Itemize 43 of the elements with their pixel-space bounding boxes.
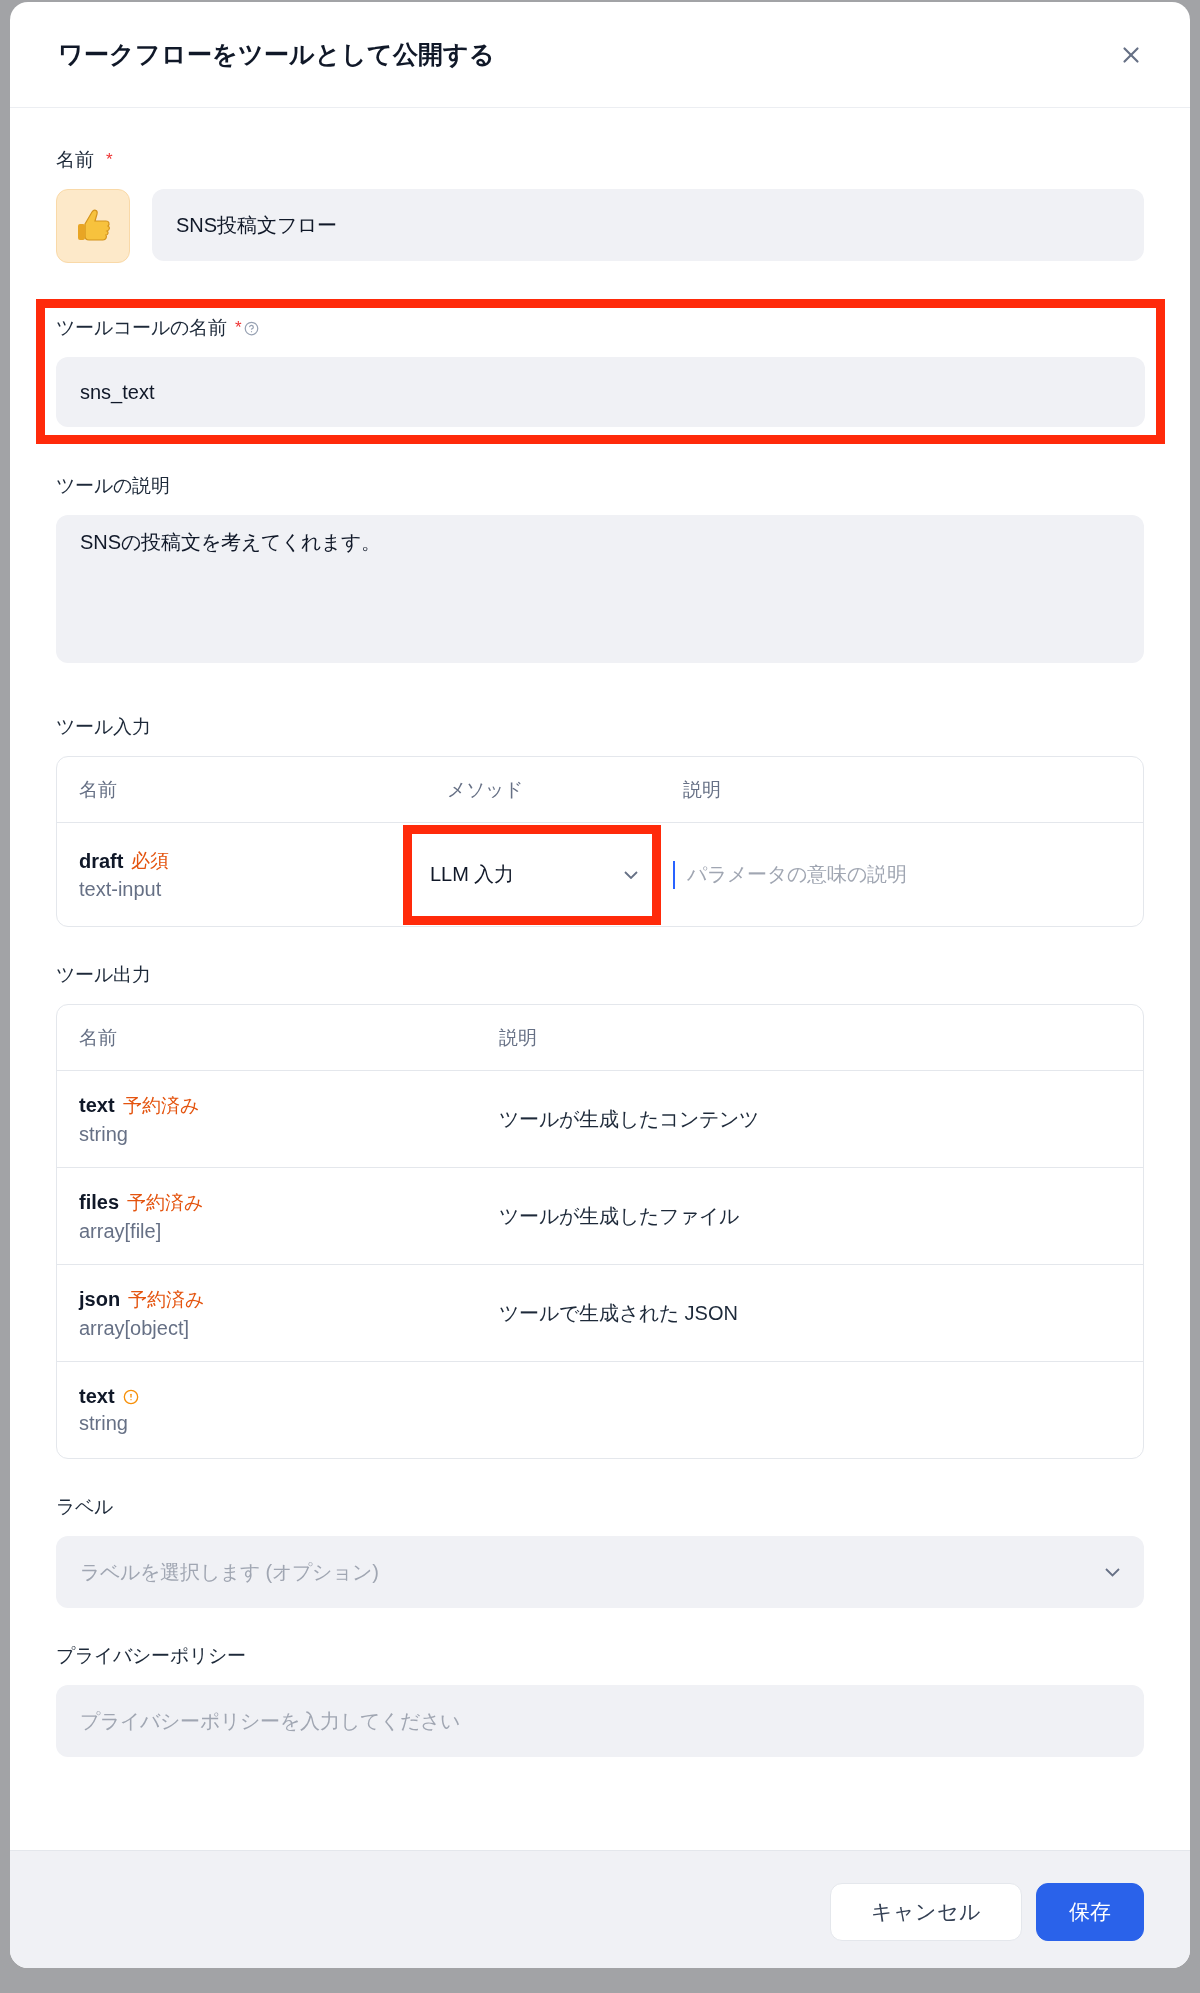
- variable-type: array[file]: [79, 1219, 163, 1243]
- variable-type: text-input: [79, 878, 163, 901]
- variable-name: draft: [79, 849, 124, 873]
- required-mark: *: [106, 150, 113, 170]
- tool-call-name-field[interactable]: sns_text: [56, 357, 1145, 427]
- parameter-description-field[interactable]: パラメータの意味の説明: [673, 860, 1107, 889]
- column-header: メソッド: [446, 777, 524, 802]
- variable-name: files: [79, 1191, 120, 1214]
- name-field[interactable]: SNS投稿文フロー: [152, 189, 1144, 261]
- method-select[interactable]: LLM 入力: [412, 833, 652, 916]
- section-title: ツール出力: [56, 963, 151, 987]
- help-icon[interactable]: [243, 320, 259, 336]
- section-title: ツール入力: [56, 715, 151, 739]
- description-field[interactable]: SNSの投稿文を考えてくれます。: [56, 515, 1144, 663]
- field-label: ツールの説明: [56, 474, 170, 498]
- emoji-picker[interactable]: [56, 189, 130, 263]
- reserved-label: 予約済み: [127, 1190, 204, 1215]
- dialog-title: ワークフローをツールとして公開する: [58, 39, 495, 70]
- cancel-button[interactable]: キャンセル: [830, 1883, 1022, 1941]
- variable-type: string: [79, 1122, 129, 1146]
- save-button[interactable]: 保存: [1036, 1883, 1144, 1941]
- reserved-label: 予約済み: [128, 1287, 205, 1312]
- variable-name: json: [79, 1288, 121, 1311]
- variable-name: text: [79, 1094, 115, 1117]
- field-label: 名前: [56, 148, 94, 172]
- reserved-label: 予約済み: [122, 1093, 199, 1118]
- table-cell-text: ツールが生成したファイル: [498, 1203, 740, 1229]
- column-header: 名前: [78, 1025, 118, 1050]
- required-label: 必須: [131, 849, 170, 873]
- chevron-icon: [624, 870, 638, 879]
- variable-type: array[object]: [79, 1316, 191, 1340]
- column-header: 名前: [78, 777, 118, 802]
- field-label: プライバシーポリシー: [56, 1644, 246, 1668]
- table-cell-text: ツールで生成された JSON: [498, 1300, 739, 1326]
- field-label: ラベル: [56, 1495, 113, 1519]
- field-label: ツールコールの名前: [56, 316, 227, 340]
- variable-name: text: [79, 1385, 115, 1408]
- variable-type: string: [79, 1412, 129, 1435]
- table-cell-text: ツールが生成したコンテンツ: [498, 1106, 760, 1132]
- column-header: 説明: [682, 777, 722, 802]
- column-header: 説明: [498, 1025, 538, 1050]
- chevron-icon: [1105, 1567, 1120, 1577]
- required-mark: *: [235, 318, 242, 338]
